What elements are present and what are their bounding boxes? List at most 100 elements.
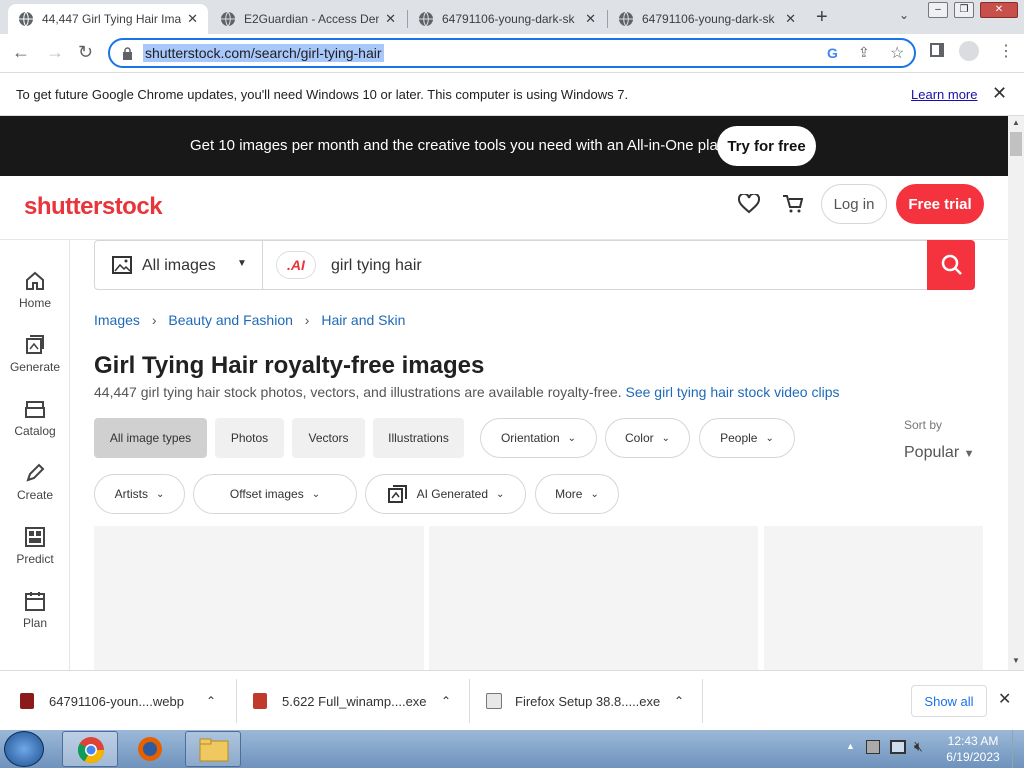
filter-photos[interactable]: Photos [215,418,284,458]
chevron-down-icon: ⌄ [661,432,671,444]
tab-3[interactable]: 64791106-young-dark-sk ✕ [408,4,606,34]
filter-label: Orientation [500,431,560,445]
filter-ai-generated[interactable]: AI Generated ⌄ [365,474,526,514]
web-page: Get 10 images per month and the creative… [0,116,1008,670]
close-window-icon[interactable]: ✕ [980,2,1018,18]
winamp-file-icon [253,693,267,709]
try-for-free-button[interactable]: Try for free [717,126,816,166]
share-icon[interactable]: ⇪ [858,44,870,61]
page-scrollbar[interactable]: ▲ ▼ [1008,116,1024,670]
scroll-up-icon[interactable]: ▲ [1012,118,1020,127]
ai-generated-icon [387,485,407,503]
bookmark-star-icon[interactable]: ☆ [890,43,904,63]
tab-close-icon[interactable]: ✕ [187,11,198,27]
tab-4[interactable]: 64791106-young-dark-sk ✕ [608,4,806,34]
plan-icon [25,592,45,611]
chevron-down-icon: ⌄ [590,488,599,500]
sidebar-item-home[interactable]: Home [0,270,70,310]
show-desktop-button[interactable] [1012,730,1024,768]
show-all-button[interactable]: Show all [911,685,987,717]
heart-icon[interactable] [738,194,760,214]
sort-dropdown[interactable]: Popular ▼ [904,444,975,462]
url-text[interactable]: shutterstock.com/search/girl-tying-hair [143,44,384,62]
tab-search-chevron-icon[interactable]: ⌄ [899,8,909,22]
globe-icon [419,11,433,27]
breadcrumb-hair-skin[interactable]: Hair and Skin [321,312,405,328]
home-icon [26,271,44,290]
filter-all-image-types[interactable]: All image types [94,418,207,458]
downloads-close-icon[interactable]: ✕ [998,689,1011,709]
chevron-up-icon[interactable]: ⌃ [206,694,216,708]
globe-icon [619,11,633,27]
shutterstock-logo[interactable]: shutterstock [24,193,163,221]
reload-icon[interactable]: ↻ [78,42,93,63]
tab-close-icon[interactable]: ✕ [385,11,396,27]
explorer-taskbar-button[interactable] [185,731,241,767]
scrollbar-thumb[interactable] [1010,132,1022,156]
sidebar-item-create[interactable]: Create [0,462,70,502]
image-result-placeholder[interactable] [429,526,758,670]
filter-more[interactable]: More ⌄ [535,474,619,514]
side-panel-icon[interactable] [930,43,944,57]
tab-1[interactable]: 44,447 Girl Tying Hair Ima ✕ [8,4,208,34]
filter-artists[interactable]: Artists ⌄ [94,474,185,514]
filter-orientation[interactable]: Orientation ⌄ [480,418,597,458]
log-in-button[interactable]: Log in [821,184,887,224]
filter-illustrations[interactable]: Illustrations [373,418,464,458]
new-tab-icon[interactable]: + [816,6,828,29]
profile-avatar-icon[interactable] [959,41,979,61]
file-icon [20,693,34,709]
image-result-placeholder[interactable] [94,526,424,670]
chevron-up-icon[interactable]: ⌃ [674,694,684,708]
filter-offset-images[interactable]: Offset images ⌄ [193,474,357,514]
network-icon[interactable] [890,740,906,754]
sidebar-item-generate[interactable]: Generate [0,334,70,374]
folder-icon [199,738,229,762]
filter-people[interactable]: People ⌄ [699,418,795,458]
volume-muted-icon[interactable]: 🔇︎ [914,738,923,755]
sidebar-item-predict[interactable]: Predict [0,526,70,566]
address-bar[interactable]: shutterstock.com/search/girl-tying-hair … [108,38,916,68]
download-item[interactable]: Firefox Setup 38.8.....exe ⌃ [486,671,696,731]
video-clips-link[interactable]: See girl tying hair stock video clips [626,384,840,400]
search-input[interactable]: girl tying hair [331,257,422,275]
download-item[interactable]: 5.622 Full_winamp....exe ⌃ [253,671,463,731]
cart-icon[interactable] [782,194,804,214]
tab-close-icon[interactable]: ✕ [785,11,796,27]
free-trial-button[interactable]: Free trial [896,184,984,224]
action-center-icon[interactable] [866,740,880,754]
tab-2[interactable]: E2Guardian - Access Deni ✕ [210,4,406,34]
tray-expand-icon[interactable]: ▲ [846,741,855,751]
image-type-dropdown[interactable]: All images ▼ [95,241,263,289]
start-button-icon[interactable] [4,731,44,767]
firefox-icon[interactable] [135,735,165,763]
filter-vectors[interactable]: Vectors [292,418,365,458]
ai-search-icon[interactable]: .AI [276,251,316,279]
search-button[interactable] [927,240,975,290]
chrome-taskbar-button[interactable] [62,731,118,767]
google-icon[interactable]: G [827,45,838,61]
system-clock[interactable]: 12:43 AM 6/19/2023 [940,733,1006,765]
sidebar-item-plan[interactable]: Plan [0,590,70,630]
chevron-right-icon: › [151,312,157,328]
scroll-down-icon[interactable]: ▼ [1012,656,1020,665]
menu-kebab-icon[interactable]: ⋮ [998,41,1014,61]
sidebar-item-catalog[interactable]: Catalog [0,398,70,438]
chevron-down-icon: ⌄ [567,432,577,444]
back-arrow-icon[interactable]: ← [12,42,30,63]
learn-more-link[interactable]: Learn more [911,87,977,102]
breadcrumb-beauty-fashion[interactable]: Beauty and Fashion [168,312,293,328]
filter-color[interactable]: Color ⌄ [605,418,690,458]
download-item[interactable]: 64791106-youn....webp ⌃ [20,671,230,731]
chevron-up-icon[interactable]: ⌃ [441,694,451,708]
breadcrumb-images[interactable]: Images [94,312,140,328]
forward-arrow-icon[interactable]: → [46,42,64,63]
infobar-close-icon[interactable]: ✕ [992,83,1007,104]
minimize-icon[interactable]: – [928,2,948,18]
create-icon [26,463,45,482]
image-icon [112,256,132,274]
image-result-placeholder[interactable] [764,526,983,670]
lock-icon[interactable] [122,47,133,60]
tab-close-icon[interactable]: ✕ [585,11,596,27]
restore-icon[interactable]: ❐ [954,2,974,18]
